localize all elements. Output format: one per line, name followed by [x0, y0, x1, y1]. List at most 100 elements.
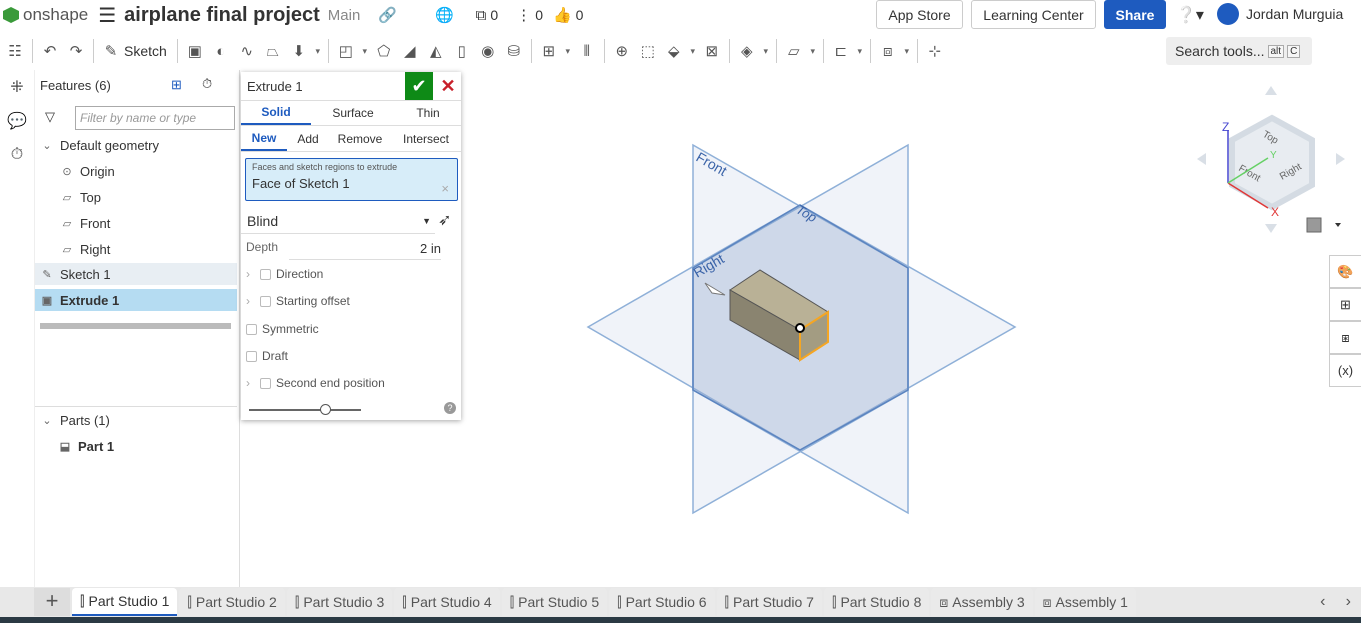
feature-origin[interactable]: ⊙ Origin — [59, 160, 261, 182]
option-symmetric[interactable]: Symmetric — [246, 322, 319, 336]
split-icon[interactable]: ⬚ — [635, 38, 661, 64]
search-tools[interactable]: Search tools... alt C — [1166, 37, 1312, 65]
versions-icon[interactable]: ⧉ — [476, 7, 487, 24]
add-folder-icon[interactable]: ⊞ — [171, 77, 182, 93]
feature-sketch-1[interactable]: ✎ Sketch 1 — [35, 263, 237, 285]
rib-icon[interactable]: ◭ — [423, 38, 449, 64]
sweep-icon[interactable]: ∿ — [234, 38, 260, 64]
menu-icon[interactable]: ☰ — [98, 3, 116, 28]
link-icon[interactable]: 🔗 — [378, 6, 397, 24]
chamfer-icon[interactable]: ⬠ — [371, 38, 397, 64]
branches-icon[interactable]: ⋮ — [516, 6, 531, 24]
sheet-metal-icon[interactable]: ⊏ — [828, 38, 854, 64]
variables-icon[interactable]: (x) — [1329, 354, 1361, 387]
extrude-icon[interactable]: ▣ — [182, 38, 208, 64]
frame-icon[interactable]: ⧈ — [875, 38, 901, 64]
add-tab-button[interactable]: + — [34, 588, 70, 616]
revolve-icon[interactable]: ◐ — [208, 38, 234, 64]
tab-part-studio-1[interactable]: ⫿ Part Studio 1 — [72, 588, 178, 616]
tab-thin[interactable]: Thin — [395, 101, 461, 125]
tab-new[interactable]: New — [241, 126, 287, 151]
mirror-icon[interactable]: ⫴ — [574, 38, 600, 64]
option-direction[interactable]: › Direction — [246, 267, 323, 281]
option-draft[interactable]: Draft — [246, 349, 288, 363]
tab-assembly-1[interactable]: ⧈ Assembly 1 — [1034, 588, 1136, 616]
delete-part-icon[interactable]: ⊠ — [699, 38, 725, 64]
add-variable-icon[interactable]: ⁜ — [0, 70, 34, 104]
part-1[interactable]: ⬓ Part 1 — [57, 435, 259, 457]
preview-slider[interactable] — [249, 409, 361, 411]
tab-part-studio-6[interactable]: ⫿ Part Studio 6 — [609, 588, 715, 616]
configurations-icon[interactable]: ⧆ — [1329, 321, 1361, 354]
like-icon[interactable]: 👍 — [553, 6, 572, 24]
bom-icon[interactable]: ⊞ — [1329, 288, 1361, 321]
help-icon[interactable]: ? — [444, 402, 456, 414]
selection-field[interactable]: Faces and sketch regions to extrude Face… — [245, 158, 458, 201]
redo-icon[interactable]: ↷ — [63, 38, 89, 64]
clear-icon[interactable]: × — [441, 181, 449, 196]
filter-icon[interactable]: ▽ — [45, 109, 55, 125]
feature-list: Features (6) ⊞ ⏱ ▽ Filter by name or typ… — [34, 70, 240, 587]
feature-list-icon[interactable]: ☷ — [2, 38, 28, 64]
globe-icon[interactable]: 🌐 — [435, 6, 454, 24]
tab-add[interactable]: Add — [287, 126, 329, 151]
thread-icon[interactable]: ⛁ — [501, 38, 527, 64]
rollback-bar[interactable] — [40, 323, 231, 329]
depth-input[interactable]: 2 in — [289, 238, 441, 260]
tab-intersect[interactable]: Intersect — [391, 126, 461, 151]
draft-icon[interactable]: ◢ — [397, 38, 423, 64]
accept-button[interactable]: ✔ — [405, 72, 433, 100]
feature-extrude-1[interactable]: ▣ Extrude 1 — [35, 289, 237, 311]
hole-icon[interactable]: ◉ — [475, 38, 501, 64]
tab-part-studio-4[interactable]: ⫿ Part Studio 4 — [394, 588, 500, 616]
learning-center-button[interactable]: Learning Center — [971, 0, 1096, 29]
boolean-icon[interactable]: ⊕ — [609, 38, 635, 64]
option-starting-offset[interactable]: › Starting offset — [246, 294, 350, 308]
onshape-logo[interactable]: onshape — [3, 5, 88, 25]
tab-surface[interactable]: Surface — [311, 101, 395, 125]
appearance-icon[interactable]: 🎨 — [1329, 255, 1361, 288]
cancel-button[interactable]: ✕ — [437, 72, 459, 100]
tab-remove[interactable]: Remove — [329, 126, 391, 151]
feature-front[interactable]: ▱ Front — [59, 212, 261, 234]
tab-part-studio-2[interactable]: ⫿ Part Studio 2 — [179, 588, 285, 616]
pattern-icon[interactable]: ⊞ — [536, 38, 562, 64]
thicken-icon[interactable]: ⬇ — [286, 38, 312, 64]
comment-icon[interactable]: 💬 — [0, 104, 34, 138]
tab-part-studio-3[interactable]: ⫿ Part Studio 3 — [286, 588, 393, 616]
document-title[interactable]: airplane final project — [124, 4, 320, 27]
avatar[interactable] — [1217, 3, 1239, 25]
scroll-left-icon[interactable]: ‹ — [1320, 593, 1325, 611]
undo-icon[interactable]: ↶ — [37, 38, 63, 64]
app-store-button[interactable]: App Store — [876, 0, 963, 29]
feature-default-geometry[interactable]: ⌄ Default geometry — [39, 134, 241, 156]
tab-part-studio-8[interactable]: ⫿ Part Studio 8 — [823, 588, 930, 616]
flip-direction-icon[interactable]: ➶ — [438, 210, 451, 230]
transform-icon[interactable]: ⬙ — [661, 38, 687, 64]
slider-handle[interactable] — [320, 404, 331, 415]
history-icon[interactable]: ⏱ — [0, 138, 34, 172]
share-button[interactable]: Share — [1104, 0, 1166, 29]
add-custom-feature-icon[interactable]: ⊹ — [922, 38, 948, 64]
sketch-button[interactable]: Sketch — [124, 43, 167, 59]
scroll-right-icon[interactable]: › — [1346, 593, 1351, 611]
parts-header[interactable]: ⌄ Parts (1) — [39, 409, 241, 431]
feature-right[interactable]: ▱ Right — [59, 238, 261, 260]
rollback-icon[interactable]: ⏱ — [202, 76, 212, 92]
tab-assembly-3[interactable]: ⧈ Assembly 3 — [931, 588, 1033, 616]
help-icon[interactable]: ❔▾ — [1176, 5, 1204, 25]
feature-top[interactable]: ▱ Top — [59, 186, 261, 208]
filter-input[interactable]: Filter by name or type — [75, 106, 235, 130]
fillet-icon[interactable]: ◰ — [333, 38, 359, 64]
tab-part-studio-7[interactable]: ⫿ Part Studio 7 — [716, 588, 822, 616]
shell-icon[interactable]: ▯ — [449, 38, 475, 64]
modify-face-icon[interactable]: ◈ — [734, 38, 760, 64]
tab-solid[interactable]: Solid — [241, 101, 311, 125]
option-second-end[interactable]: › Second end position — [246, 376, 385, 390]
user-name[interactable]: Jordan Murguia — [1246, 6, 1343, 22]
loft-icon[interactable]: ⏢ — [260, 38, 286, 64]
branch-label[interactable]: Main — [328, 7, 361, 24]
end-type-select[interactable]: Blind ▼ — [241, 208, 435, 234]
tab-part-studio-5[interactable]: ⫿ Part Studio 5 — [501, 588, 608, 616]
plane-icon[interactable]: ▱ — [781, 38, 807, 64]
